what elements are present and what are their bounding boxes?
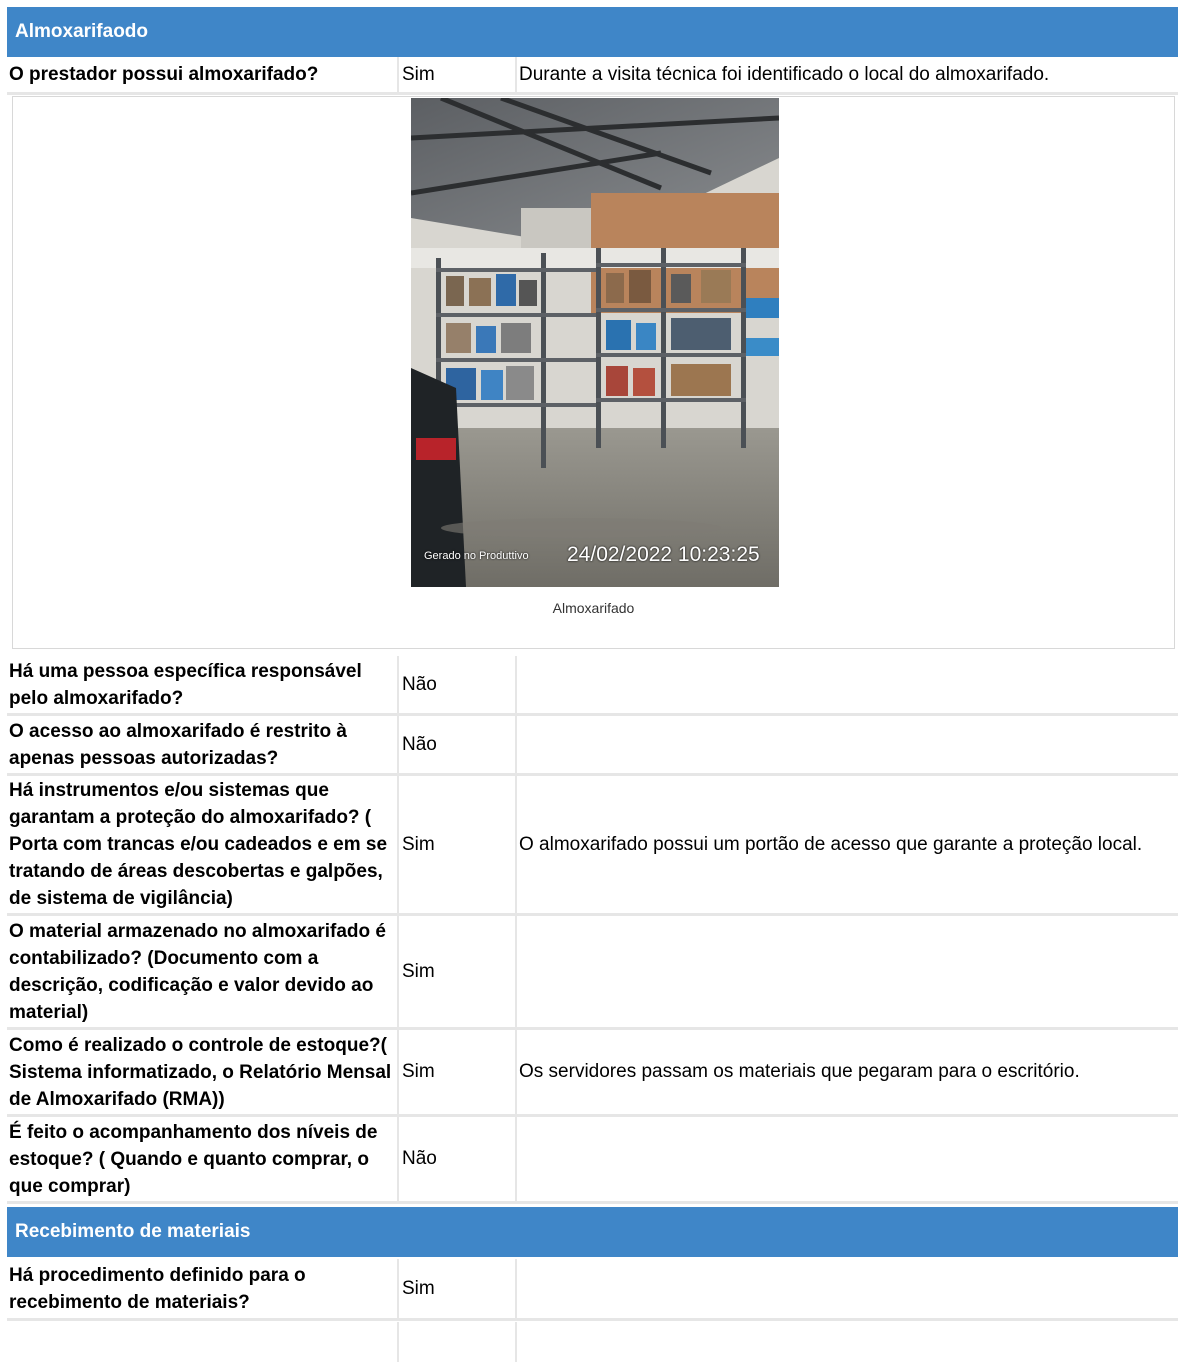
photo-caption: Almoxarifado bbox=[552, 600, 635, 616]
table-row: Como é realizado o controle de estoque?(… bbox=[7, 1030, 1178, 1117]
answer-cell: Sim bbox=[397, 916, 515, 1027]
comment-cell: Os servidores passam os materiais que pe… bbox=[515, 1030, 1178, 1114]
photo-panel: Gerado no Produttivo 24/02/2022 10:23:25… bbox=[12, 96, 1175, 649]
answer-cell-empty bbox=[397, 1322, 515, 1362]
comment-cell bbox=[515, 916, 1178, 1027]
answer-cell: Não bbox=[397, 1117, 515, 1201]
table-row: Há uma pessoa específica responsável pel… bbox=[7, 656, 1178, 716]
comment-cell bbox=[515, 656, 1178, 713]
question-cell: Há procedimento definido para o recebime… bbox=[9, 1264, 306, 1313]
answer-cell: Não bbox=[397, 656, 515, 713]
table-row: O prestador possui almoxarifado? Sim Dur… bbox=[7, 57, 1178, 95]
comment-cell bbox=[515, 1259, 1178, 1318]
report-page: Almoxarifaodo O prestador possui almoxar… bbox=[0, 0, 1178, 1362]
answer-cell: Não bbox=[397, 716, 515, 773]
warehouse-photo[interactable]: Gerado no Produttivo 24/02/2022 10:23:25 bbox=[411, 98, 779, 587]
table-row: O material armazenado no almoxarifado é … bbox=[7, 916, 1178, 1030]
comment-cell: O almoxarifado possui um portão de acess… bbox=[515, 776, 1178, 913]
table-row: É feito o acompanhamento dos níveis de e… bbox=[7, 1117, 1178, 1204]
answer-cell: Sim bbox=[397, 776, 515, 913]
table-row: Há instrumentos e/ou sistemas que garant… bbox=[7, 776, 1178, 916]
section-title: Almoxarifaodo bbox=[15, 21, 149, 42]
question-cell: Há instrumentos e/ou sistemas que garant… bbox=[9, 780, 388, 909]
section-title: Recebimento de materiais bbox=[15, 1221, 251, 1242]
section-header-recebimento: Recebimento de materiais bbox=[7, 1207, 1178, 1257]
question-cell: O acesso ao almoxarifado é restrito à ap… bbox=[9, 720, 347, 769]
comment-cell bbox=[515, 1117, 1178, 1201]
photo-stamp-app: Gerado no Produttivo bbox=[424, 550, 529, 562]
table-row-partial bbox=[7, 1322, 1178, 1362]
question-cell: Como é realizado o controle de estoque?(… bbox=[9, 1034, 392, 1110]
comment-cell bbox=[515, 716, 1178, 773]
section-header-almoxarifado: Almoxarifaodo bbox=[7, 7, 1178, 57]
question-cell: O prestador possui almoxarifado? bbox=[9, 64, 319, 85]
photo-stamp-datetime: 24/02/2022 10:23:25 bbox=[567, 543, 760, 566]
table-row: Há procedimento definido para o recebime… bbox=[7, 1259, 1178, 1321]
comment-cell: Durante a visita técnica foi identificad… bbox=[515, 57, 1178, 92]
answer-cell: Sim bbox=[397, 57, 515, 92]
question-cell: O material armazenado no almoxarifado é … bbox=[9, 920, 386, 1023]
comment-cell-empty bbox=[515, 1322, 1178, 1362]
warehouse-photo-illustration bbox=[411, 98, 779, 587]
answer-cell: Sim bbox=[397, 1030, 515, 1114]
question-cell: É feito o acompanhamento dos níveis de e… bbox=[9, 1121, 378, 1197]
answer-cell: Sim bbox=[397, 1259, 515, 1318]
question-cell: Há uma pessoa específica responsável pel… bbox=[9, 660, 362, 709]
table-row: O acesso ao almoxarifado é restrito à ap… bbox=[7, 716, 1178, 776]
